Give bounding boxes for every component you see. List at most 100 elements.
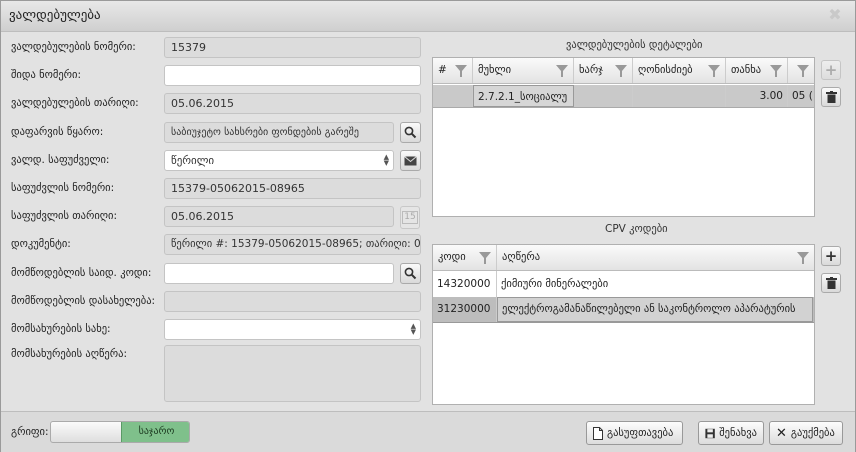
details-col-extra[interactable] xyxy=(788,58,814,83)
save-icon xyxy=(705,428,715,438)
basis-mail-button[interactable] xyxy=(400,150,421,171)
dialog-title: ვალდებულება xyxy=(9,8,101,23)
basis-number-label: საფუძვლის ნომერი: xyxy=(11,182,115,194)
cpv-cell-description: ელექტროგამანაწილებელი ან საკონტროლო აპარ… xyxy=(497,297,813,322)
envelope-icon xyxy=(404,155,417,165)
details-col-amount-label: თანხა xyxy=(731,64,762,76)
close-icon: ✕ xyxy=(776,425,787,441)
dialog-footer: გრიფი: საჯარო გასუფთავება შენახვა ✕ გაუქ… xyxy=(1,411,855,452)
cpv-col-description-label: აღწერა xyxy=(502,251,541,263)
details-cell-article: 2.7.2.1_სოციალუ xyxy=(473,85,574,107)
select-arrows-icon: ▲ ▼ xyxy=(410,322,416,336)
cpv-col-code[interactable]: კოდი xyxy=(433,245,497,270)
details-cell-amount: 3.00 xyxy=(726,85,788,107)
basis-select[interactable]: წერილი ▲ ▼ xyxy=(164,150,394,171)
details-row[interactable]: 2.7.2.1_სოციალუ 3.00 05 ( xyxy=(433,85,814,108)
details-add-button[interactable]: + xyxy=(821,60,841,80)
funding-source-field: საბიუჯეტო სახსრები ფონდების გარეშე xyxy=(164,122,394,143)
details-col-activity[interactable]: ღონისძიებ xyxy=(633,58,726,83)
basis-number-field: 15379-05062015-08965 xyxy=(164,178,421,199)
cpv-section-title: CPV კოდები xyxy=(605,223,668,235)
details-col-activity-label: ღონისძიებ xyxy=(638,64,693,76)
details-grid: # მუხლი ხარჯ ღონისძიებ თანხა 2.7.2.1_სოც… xyxy=(432,57,815,217)
service-type-label: მომსახურების სახე: xyxy=(11,323,111,335)
filter-icon[interactable] xyxy=(478,251,492,265)
details-col-article[interactable]: მუხლი xyxy=(473,58,574,83)
plus-icon: + xyxy=(824,60,838,79)
filter-icon[interactable] xyxy=(769,64,783,78)
cancel-button-label: გაუქმება xyxy=(790,427,835,439)
cpv-col-description[interactable]: აღწერა xyxy=(497,245,814,270)
details-col-expense[interactable]: ხარჯ xyxy=(574,58,633,83)
details-col-article-label: მუხლი xyxy=(478,64,512,76)
commitment-number-label: ვალდებულების ნომერი: xyxy=(11,41,136,53)
funding-source-label: დაფარვის წყარო: xyxy=(11,126,104,138)
calendar-button[interactable]: 15 xyxy=(400,206,420,229)
internal-number-label: შიდა ნომერი: xyxy=(11,69,82,81)
details-cell-activity xyxy=(633,85,726,107)
cpv-col-code-label: კოდი xyxy=(438,251,466,263)
basis-date-label: საფუძვლის თარიღი: xyxy=(11,210,118,222)
cpv-row-selected[interactable]: 31230000 ელექტროგამანაწილებელი ან საკონტ… xyxy=(433,297,814,323)
save-button[interactable]: შენახვა xyxy=(698,421,764,445)
funding-search-button[interactable] xyxy=(400,122,421,143)
cancel-button[interactable]: ✕ გაუქმება xyxy=(769,421,843,445)
cpv-grid-header: კოდი აღწერა xyxy=(433,245,814,271)
filter-icon[interactable] xyxy=(614,64,628,78)
group-label: გრიფი: xyxy=(11,426,49,438)
filter-icon[interactable] xyxy=(555,64,569,78)
supplier-search-button[interactable] xyxy=(400,263,421,284)
details-cell-extra: 05 ( xyxy=(792,90,813,102)
cpv-grid: კოდი აღწერა 14320000 ქიმიური მინერალები … xyxy=(432,244,815,405)
privacy-toggle[interactable]: საჯარო xyxy=(50,421,190,443)
details-cell-num xyxy=(433,85,473,107)
filter-icon[interactable] xyxy=(454,64,468,78)
service-description-label: მომსახურების აღწერა: xyxy=(11,348,127,360)
filter-icon[interactable] xyxy=(796,64,810,78)
document-icon xyxy=(593,426,603,440)
clear-button[interactable]: გასუფთავება xyxy=(586,421,683,445)
calendar-icon: 15 xyxy=(402,211,418,224)
plus-icon: + xyxy=(824,246,838,265)
commitment-date-field: 05.06.2015 xyxy=(164,93,421,114)
search-icon xyxy=(404,126,417,139)
search-icon xyxy=(404,267,417,280)
internal-number-input[interactable] xyxy=(164,65,421,86)
details-col-num[interactable]: # xyxy=(433,58,473,83)
dialog-window: ვალდებულება ✖ ვალდებულების ნომერი: 15379… xyxy=(0,0,856,452)
trash-icon xyxy=(825,91,837,103)
title-bar: ვალდებულება ✖ xyxy=(1,1,855,32)
details-grid-header: # მუხლი ხარჯ ღონისძიებ თანხა xyxy=(433,58,814,84)
details-col-expense-label: ხარჯ xyxy=(579,64,603,76)
basis-date-field: 05.06.2015 xyxy=(164,206,394,227)
commitment-date-label: ვალდებულების თარიღი: xyxy=(11,97,139,109)
filter-icon[interactable] xyxy=(707,64,721,78)
document-label: დოკუმენტი: xyxy=(11,238,71,250)
save-button-label: შენახვა xyxy=(719,427,757,439)
service-description-textarea[interactable] xyxy=(164,345,421,402)
close-icon[interactable]: ✖ xyxy=(827,7,843,23)
trash-icon xyxy=(825,277,837,289)
commitment-number-field: 15379 xyxy=(164,37,421,58)
cpv-add-button[interactable]: + xyxy=(821,246,841,266)
supplier-code-input[interactable] xyxy=(164,263,394,284)
details-col-num-label: # xyxy=(438,64,447,76)
cpv-delete-button[interactable] xyxy=(821,273,841,293)
cpv-cell-code: 31230000 xyxy=(433,297,497,322)
privacy-toggle-on: საჯარო xyxy=(121,422,189,442)
document-field: წერილი #: 15379-05062015-08965; თარიღი: … xyxy=(164,234,421,255)
supplier-code-label: მომწოდებლის საიდ. კოდი: xyxy=(11,267,152,279)
clear-button-label: გასუფთავება xyxy=(607,427,674,439)
basis-select-value: წერილი xyxy=(171,154,215,167)
details-delete-button[interactable] xyxy=(821,87,841,107)
details-col-amount[interactable]: თანხა xyxy=(726,58,788,83)
service-type-select[interactable]: ▲ ▼ xyxy=(164,319,421,340)
details-cell-expense xyxy=(574,85,633,107)
filter-icon[interactable] xyxy=(796,251,810,265)
details-section-title: ვალდებულების დეტალები xyxy=(566,39,703,51)
cpv-cell-code: 14320000 xyxy=(433,271,497,297)
select-arrows-icon: ▲ ▼ xyxy=(383,153,389,167)
cpv-row[interactable]: 14320000 ქიმიური მინერალები xyxy=(433,271,814,298)
cpv-cell-description: ქიმიური მინერალები xyxy=(501,278,609,290)
supplier-name-field xyxy=(164,291,421,312)
